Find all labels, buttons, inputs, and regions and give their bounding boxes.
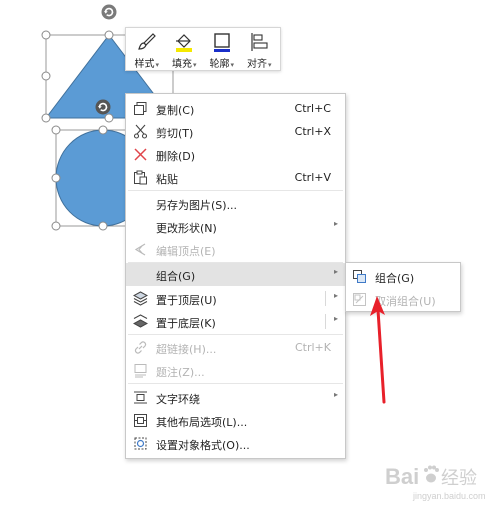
menu-item-change-shape[interactable]: 更改形状(N) ▸ [126,215,345,238]
menu-separator [128,383,343,384]
style-button-label: 样式▾ [134,59,159,70]
menu-item-group[interactable]: 组合(G) ▸ [126,263,345,286]
outline-icon [213,33,230,52]
text-wrap-icon [133,390,148,405]
svg-text:Bai: Bai [385,464,419,489]
menu-item-layout-options[interactable]: 其他布局选项(L)... [126,409,345,432]
paste-icon [133,170,148,185]
circle-rotate-handle-icon[interactable] [95,99,111,115]
brush-icon [137,33,156,50]
menu-item-hyperlink: 超链接(H)... Ctrl+K [126,336,345,359]
outline-button-label: 轮廓▾ [209,59,234,70]
submenu-arrow-icon[interactable]: ▸ [334,314,338,323]
hyperlink-icon [133,340,148,355]
red-annotation-arrow-icon [370,296,386,404]
svg-text:jingyan.baidu.com: jingyan.baidu.com [412,491,486,501]
context-menu: 复制(C) Ctrl+C 剪切(T) Ctrl+X 删除(D) 粘贴 Ctrl+… [125,93,346,459]
cut-icon [133,124,148,139]
send-to-back-icon [133,314,148,329]
paw-icon [424,465,439,483]
triangle-rotate-handle-icon[interactable] [101,4,117,20]
copy-icon [133,101,148,116]
layout-options-icon [133,413,148,428]
format-object-icon [133,436,148,451]
submenu-arrow-icon[interactable]: ▸ [334,291,338,300]
menu-item-save-as-picture[interactable]: 另存为图片(S)... [126,192,345,215]
split-divider [325,314,326,329]
fill-bucket-icon [176,34,193,52]
menu-item-copy[interactable]: 复制(C) Ctrl+C [126,97,345,120]
align-button[interactable]: 对齐▾ [241,28,279,70]
menu-item-cut[interactable]: 剪切(T) Ctrl+X [126,120,345,143]
menu-item-edit-points: 编辑顶点(E) [126,238,345,261]
menu-item-caption: 题注(Z)... [126,359,345,382]
baidu-watermark-logo: Bai 经验 jingyan.baidu.com [385,464,486,501]
submenu-arrow-icon: ▸ [333,390,338,399]
menu-separator [128,334,343,335]
menu-item-paste[interactable]: 粘贴 Ctrl+V [126,166,345,189]
submenu-item-group[interactable]: 组合(G) [346,265,460,288]
menu-item-bring-to-front[interactable]: 置于顶层(U) ▸ [126,287,345,310]
fill-button[interactable]: 填充▾ [166,28,204,70]
bring-to-front-icon [133,291,148,306]
caption-icon [133,363,148,378]
menu-item-text-wrap[interactable]: 文字环绕 ▸ [126,386,345,409]
svg-text:经验: 经验 [441,468,477,489]
menu-item-format-object[interactable]: 设置对象格式(O)... [126,432,345,455]
menu-item-send-to-back[interactable]: 置于底层(K) ▸ [126,310,345,333]
menu-separator [128,190,343,191]
menu-item-delete[interactable]: 删除(D) [126,143,345,166]
mini-toolbar: 样式▾ 填充▾ 轮廓▾ 对齐▾ [125,27,281,71]
style-button[interactable]: 样式▾ [128,28,166,70]
submenu-arrow-icon: ▸ [333,219,338,228]
submenu-arrow-icon: ▸ [333,267,338,276]
delete-icon [133,147,148,162]
edit-points-icon [133,242,148,257]
align-button-label: 对齐▾ [246,59,272,70]
group-icon [352,269,367,284]
split-divider [325,291,326,306]
fill-button-label: 填充▾ [171,59,197,70]
outline-button[interactable]: 轮廓▾ [203,28,241,70]
align-icon [251,33,268,51]
